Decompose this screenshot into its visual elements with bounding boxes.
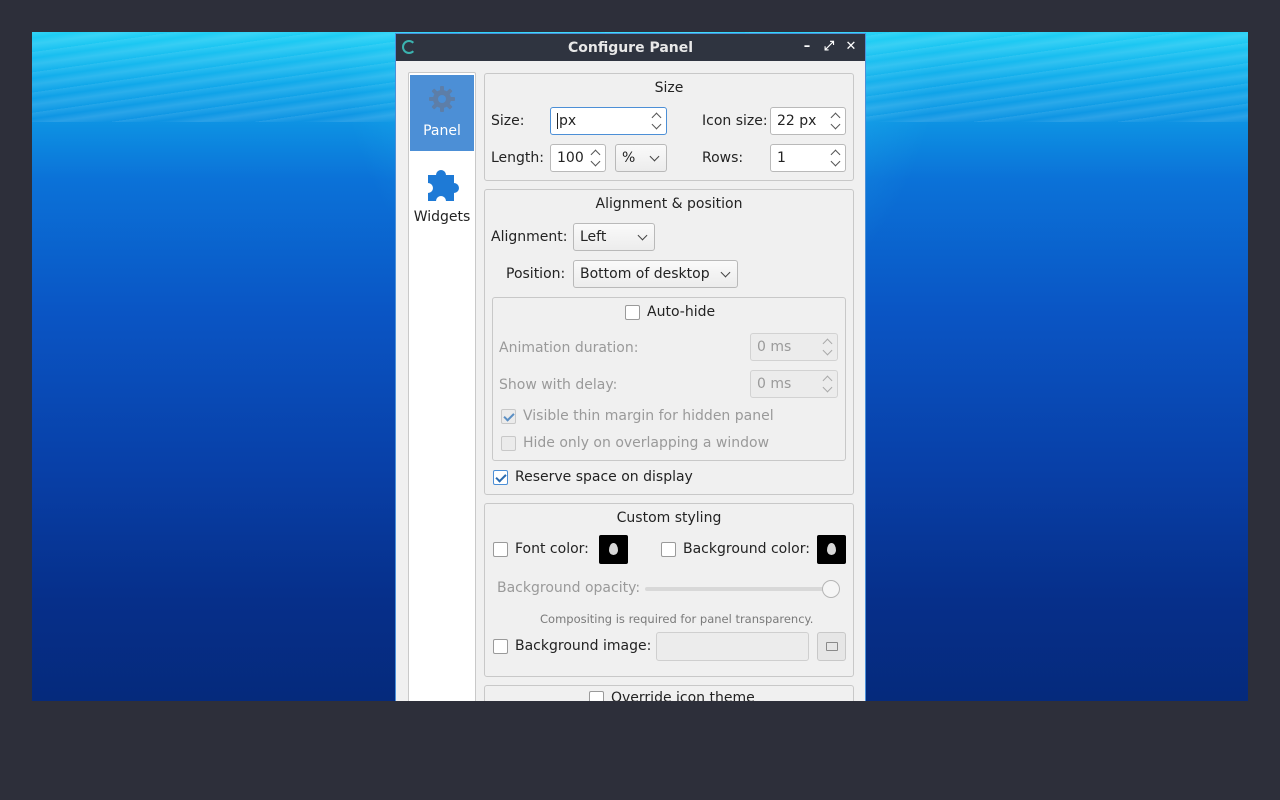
bg-opacity-label: Background opacity: [497, 580, 641, 596]
chevron-down-icon [637, 230, 648, 241]
size-value: px [557, 113, 577, 129]
overlap-label: Hide only on overlapping a window [523, 435, 770, 451]
icon-size-value: 22 px [777, 113, 817, 129]
icon-size-label: Icon size: [702, 113, 768, 129]
spin-arrows-icon[interactable] [652, 110, 662, 132]
position-label: Position: [506, 266, 566, 282]
rows-spinbox[interactable]: 1 [770, 144, 846, 172]
spin-arrows-icon[interactable] [831, 147, 841, 169]
overlap-checkbox[interactable] [501, 436, 516, 451]
minimize-button[interactable]: – [799, 38, 815, 56]
reserve-space-checkbox[interactable] [493, 470, 508, 485]
override-icon-theme-checkbox[interactable] [589, 691, 604, 701]
length-spinbox[interactable]: 100 [550, 144, 606, 172]
override-icon-theme-label: Override icon theme [611, 690, 755, 701]
icon-theme-group: Override icon theme [484, 685, 854, 701]
animation-duration-spinbox[interactable]: 0 ms [750, 333, 838, 361]
show-delay-value: 0 ms [757, 376, 792, 392]
bg-image-path-field[interactable] [656, 632, 809, 661]
alignment-position-group: Alignment & position Alignment: Left Pos… [484, 189, 854, 495]
color-drop-icon [609, 543, 618, 555]
length-unit-value: % [622, 150, 636, 166]
autohide-subgroup: Auto-hide Animation duration: 0 ms Show … [492, 297, 846, 461]
thin-margin-checkbox[interactable] [501, 409, 516, 424]
maximize-button[interactable]: ⤢ [821, 38, 837, 56]
bg-opacity-slider[interactable] [645, 587, 839, 591]
animation-duration-label: Animation duration: [499, 340, 639, 356]
bg-image-browse-button[interactable] [817, 632, 846, 661]
font-color-checkbox[interactable] [493, 542, 508, 557]
sidebar-item-label: Panel [423, 123, 461, 139]
close-button[interactable]: ✕ [843, 38, 859, 56]
rows-value: 1 [777, 150, 786, 166]
alignment-label: Alignment: [491, 229, 568, 245]
color-drop-icon [827, 543, 836, 555]
image-icon [826, 642, 838, 651]
configure-panel-window: Configure Panel – ⤢ ✕ Panel Widgets Size… [395, 33, 866, 701]
bg-image-label: Background image: [515, 638, 652, 654]
icon-size-spinbox[interactable]: 22 px [770, 107, 846, 135]
spin-arrows-icon[interactable] [591, 147, 601, 169]
compositing-note: Compositing is required for panel transp… [540, 612, 814, 626]
sidebar-item-widgets[interactable]: Widgets [410, 153, 474, 229]
spin-arrows-icon[interactable] [823, 373, 833, 395]
autohide-checkbox[interactable] [625, 305, 640, 320]
size-label: Size: [491, 113, 525, 129]
group-title: Custom styling [616, 510, 722, 526]
sidebar-item-label: Widgets [413, 209, 471, 225]
window-title: Configure Panel [567, 39, 694, 56]
group-title: Size [654, 80, 684, 96]
category-sidebar: Panel Widgets [408, 72, 476, 701]
size-spinbox[interactable]: px [550, 107, 667, 135]
size-group: Size Size: px Icon size: 22 px Length: 1… [484, 73, 854, 181]
rows-label: Rows: [702, 150, 744, 166]
position-value: Bottom of desktop [580, 266, 710, 282]
gear-icon [426, 86, 458, 119]
spin-arrows-icon[interactable] [831, 110, 841, 132]
custom-styling-group: Custom styling Font color: Background co… [484, 503, 854, 677]
font-color-label: Font color: [515, 541, 589, 557]
position-combo[interactable]: Bottom of desktop [573, 260, 738, 288]
autohide-label: Auto-hide [647, 304, 716, 320]
window-titlebar[interactable]: Configure Panel – ⤢ ✕ [396, 34, 865, 61]
reserve-space-label: Reserve space on display [515, 469, 693, 485]
bg-color-button[interactable] [817, 535, 846, 564]
length-label: Length: [491, 150, 545, 166]
chevron-down-icon [720, 267, 731, 278]
show-delay-spinbox[interactable]: 0 ms [750, 370, 838, 398]
bg-color-checkbox[interactable] [661, 542, 676, 557]
spin-arrows-icon[interactable] [823, 336, 833, 358]
puzzle-icon [420, 170, 464, 209]
app-icon [402, 40, 416, 54]
length-unit-combo[interactable]: % [615, 144, 667, 172]
show-delay-label: Show with delay: [499, 377, 618, 393]
font-color-button[interactable] [599, 535, 628, 564]
group-title: Alignment & position [595, 196, 743, 212]
bg-color-label: Background color: [683, 541, 810, 557]
bg-image-checkbox[interactable] [493, 639, 508, 654]
thin-margin-label: Visible thin margin for hidden panel [523, 408, 774, 424]
sidebar-item-panel[interactable]: Panel [410, 75, 474, 151]
alignment-value: Left [580, 229, 607, 245]
length-value: 100 [557, 150, 584, 166]
chevron-down-icon [649, 151, 660, 162]
alignment-combo[interactable]: Left [573, 223, 655, 251]
bg-opacity-slider-handle[interactable] [822, 580, 840, 598]
animation-duration-value: 0 ms [757, 339, 792, 355]
